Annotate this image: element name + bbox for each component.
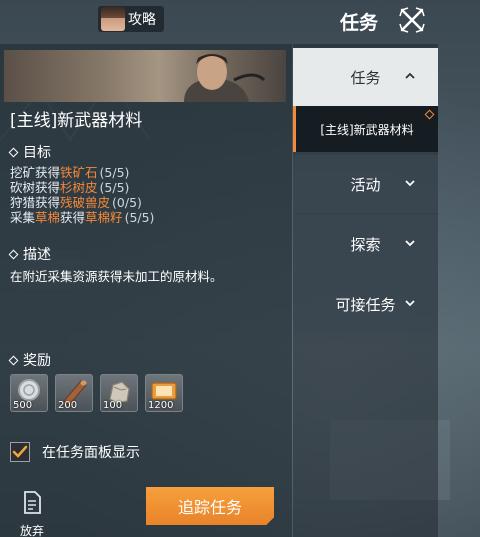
objectives-heading-label: 目标 xyxy=(23,145,51,161)
objective-item-name: 残破兽皮 xyxy=(60,195,111,210)
quest-banner xyxy=(4,50,286,102)
active-diamond-icon xyxy=(424,109,435,120)
objective-item: 采集草棉获得草棉籽 (5/5) xyxy=(10,210,154,225)
objective-count: (5/5) xyxy=(124,210,155,225)
objective-item-name: 杉树皮 xyxy=(60,180,98,195)
rewards-heading-label: 奖励 xyxy=(23,353,51,369)
reward-item[interactable]: 500 xyxy=(10,374,48,412)
reward-qty: 200 xyxy=(58,400,78,411)
checkmark-icon xyxy=(12,445,28,458)
chevron-down-icon xyxy=(405,180,415,187)
show-on-panel-row[interactable]: 在任务面板显示 xyxy=(10,442,140,462)
objective-text: 挖矿获得 xyxy=(10,165,61,180)
quest-detail-panel: [主线]新武器材料 目标 挖矿获得铁矿石 (5/5) 砍树获得杉树皮 (5/5) 狩… xyxy=(0,44,292,537)
show-on-panel-label: 在任务面板显示 xyxy=(42,445,140,461)
category-label: 探索 xyxy=(350,235,381,254)
category-tab-available[interactable]: 可接任务 xyxy=(293,275,438,333)
page-title: 任务 xyxy=(340,12,379,34)
top-bar: 攻略 任务 xyxy=(0,0,480,44)
abandon-button[interactable]: 放弃 xyxy=(14,490,50,537)
objective-item: 狩猎获得残破兽皮 (0/5) xyxy=(10,195,154,210)
subitem-main-quest[interactable]: [主线]新武器材料 xyxy=(293,106,438,152)
reward-item[interactable]: 100 xyxy=(100,374,138,412)
reward-item[interactable]: 200 xyxy=(55,374,93,412)
abandon-label: 放弃 xyxy=(19,524,44,537)
objective-text: 采集 xyxy=(10,210,36,225)
category-tab-explore[interactable]: 探索 xyxy=(293,215,438,273)
objective-text: 狩猎获得 xyxy=(10,195,61,210)
diamond-bullet-icon xyxy=(8,355,19,365)
objective-item-name: 铁矿石 xyxy=(60,165,98,180)
quest-description: 在附近采集资源获得未加工的原材料。 xyxy=(10,269,223,284)
objective-item: 砍树获得杉树皮 (5/5) xyxy=(10,180,154,195)
objective-list: 挖矿获得铁矿石 (5/5) 砍树获得杉树皮 (5/5) 狩猎获得残破兽皮 (0/5) … xyxy=(10,165,154,225)
category-label: 任务 xyxy=(350,68,381,87)
reward-qty: 100 xyxy=(103,400,123,411)
guide-button[interactable]: 攻略 xyxy=(98,6,164,32)
objective-count: (0/5) xyxy=(112,195,142,210)
category-label: 活动 xyxy=(350,175,381,194)
category-sidebar: 任务 [主线]新武器材料 活动 探索 可接任务 xyxy=(293,44,438,537)
category-tab-activity[interactable]: 活动 xyxy=(293,155,438,213)
diamond-bullet-icon xyxy=(8,249,19,259)
description-heading: 描述 xyxy=(8,244,51,264)
objective-item-name: 草棉籽 xyxy=(85,210,123,225)
reward-item[interactable]: 1200 xyxy=(145,374,183,412)
subitem-label: [主线]新武器材料 xyxy=(320,122,414,137)
show-on-panel-checkbox[interactable] xyxy=(10,442,30,462)
abandon-document-icon xyxy=(24,491,41,514)
diamond-bullet-icon xyxy=(8,147,19,157)
guide-avatar xyxy=(101,7,125,31)
objective-count: (5/5) xyxy=(99,180,130,195)
objective-item: 挖矿获得铁矿石 (5/5) xyxy=(10,165,154,180)
guide-label: 攻略 xyxy=(128,12,156,28)
objective-item-name: 草棉 xyxy=(35,210,61,225)
reward-list: 500 200 100 1200 xyxy=(10,374,183,412)
character-portrait xyxy=(184,54,266,102)
objective-text: 砍树获得 xyxy=(10,180,61,195)
category-tab-tasks[interactable]: 任务 xyxy=(293,48,438,106)
chevron-down-icon xyxy=(405,300,415,307)
objective-count: (5/5) xyxy=(99,165,130,180)
objectives-heading: 目标 xyxy=(8,142,51,162)
rewards-heading: 奖励 xyxy=(8,350,51,370)
quest-title: [主线]新武器材料 xyxy=(10,111,143,131)
chevron-up-icon xyxy=(405,72,415,79)
description-heading-label: 描述 xyxy=(23,247,51,263)
close-icon[interactable] xyxy=(398,6,426,34)
reward-qty: 1200 xyxy=(148,400,174,411)
category-label: 可接任务 xyxy=(335,295,396,314)
chevron-down-icon xyxy=(405,240,415,247)
objective-text: 获得 xyxy=(60,210,86,225)
reward-qty: 500 xyxy=(13,400,33,411)
track-quest-button[interactable]: 追踪任务 xyxy=(146,487,274,525)
